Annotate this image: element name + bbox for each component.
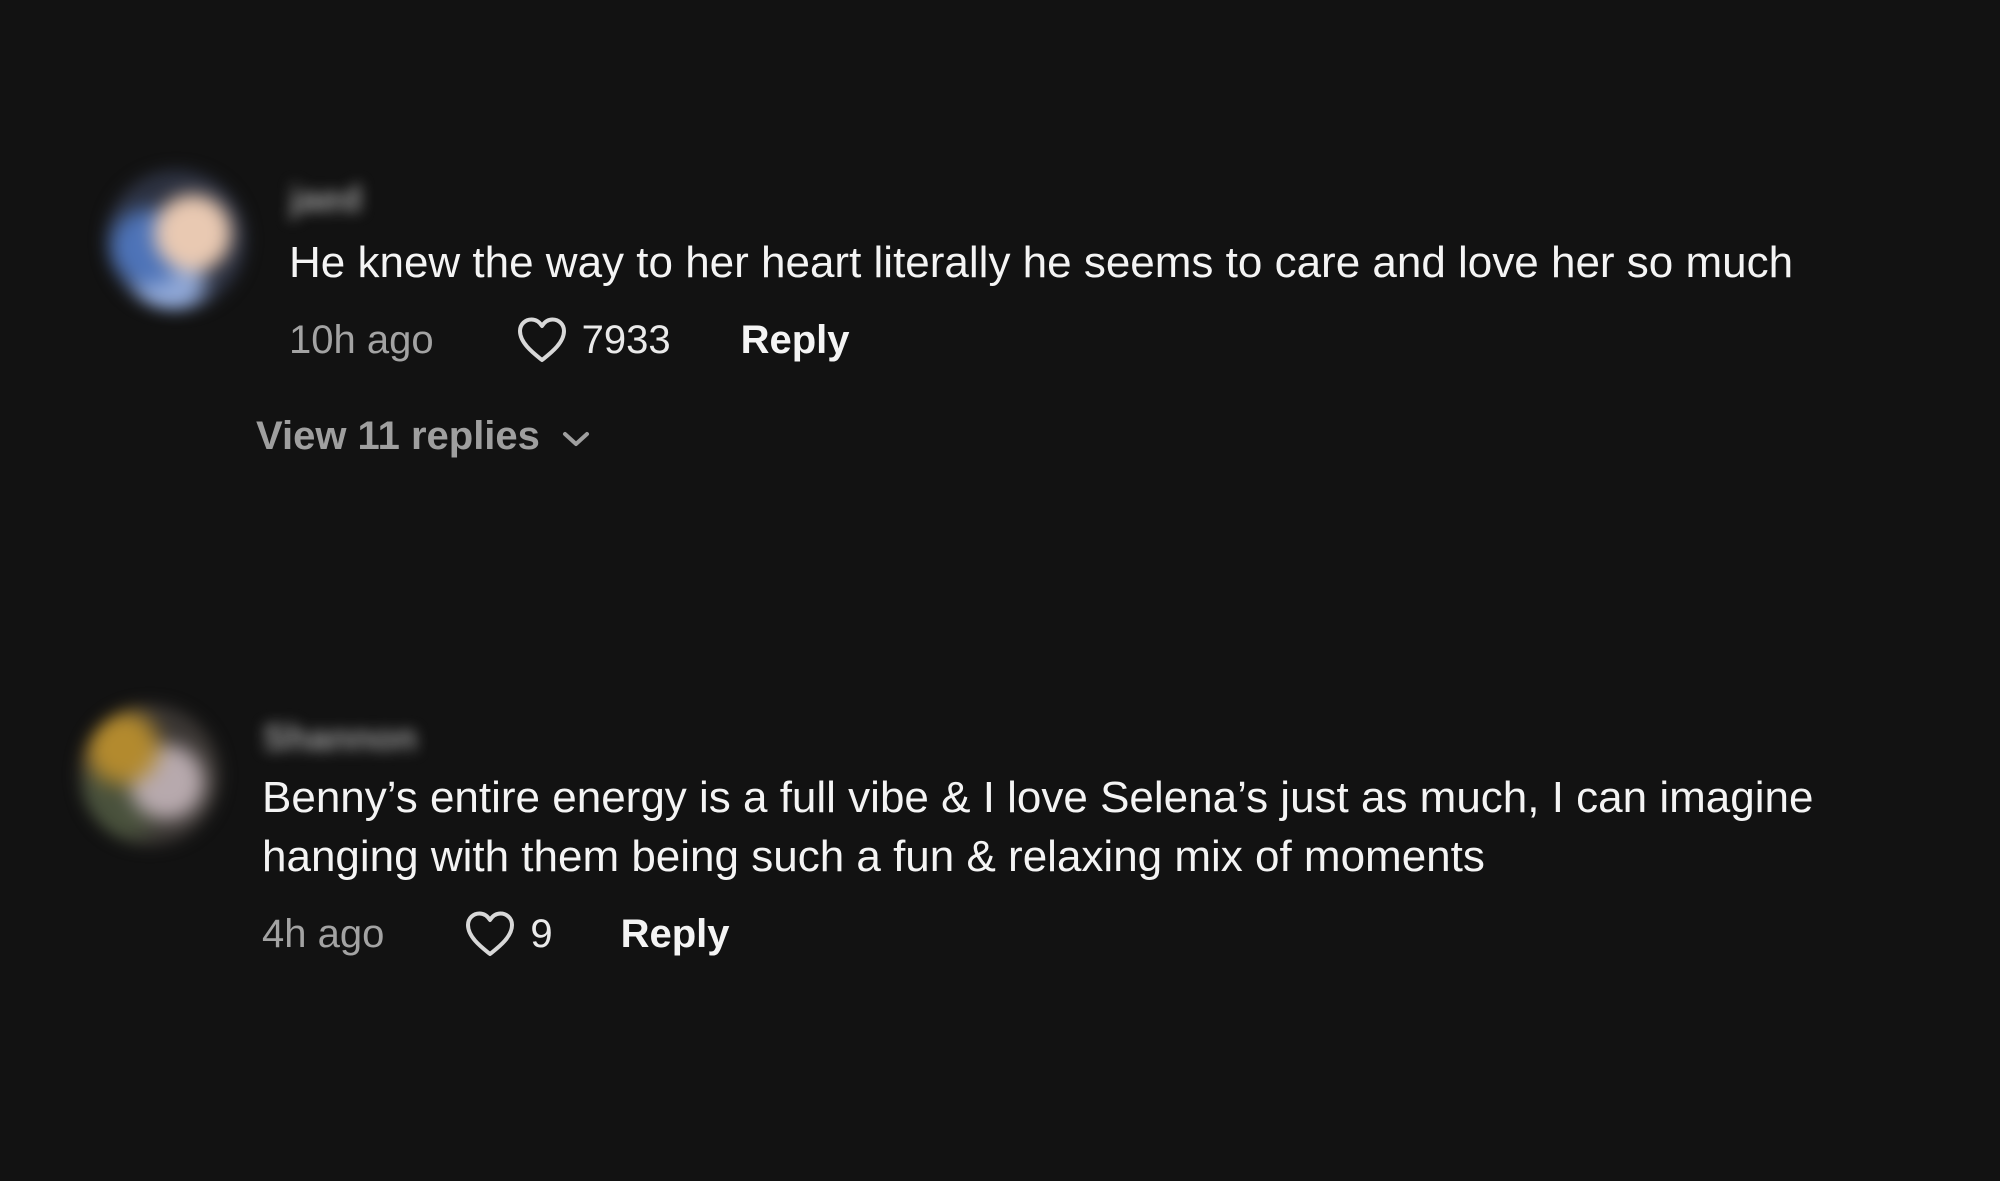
chevron-down-icon bbox=[562, 432, 589, 446]
comment-username[interactable]: Shannon bbox=[263, 717, 417, 759]
comment-meta-row: 4h ago 9 Reply bbox=[262, 904, 730, 964]
comment-timestamp: 4h ago bbox=[262, 911, 385, 956]
heart-icon bbox=[517, 317, 566, 362]
comment-text: He knew the way to her heart literally h… bbox=[289, 238, 1794, 287]
comment-timestamp: 10h ago bbox=[289, 317, 434, 362]
like-count: 9 bbox=[530, 911, 553, 956]
like-button[interactable]: 7933 bbox=[516, 316, 671, 364]
comment-meta-row: 10h ago 7933 Reply bbox=[289, 310, 850, 370]
like-button[interactable]: 9 bbox=[464, 910, 553, 958]
like-count: 7933 bbox=[581, 317, 671, 362]
heart-icon bbox=[466, 911, 515, 956]
comment-text: Benny’s entire energy is a full vibe & I… bbox=[262, 773, 1826, 881]
avatar[interactable] bbox=[106, 170, 246, 310]
reply-button[interactable]: Reply bbox=[621, 912, 730, 957]
view-replies-label: View 11 replies bbox=[256, 413, 540, 458]
comment-username[interactable]: jaed bbox=[290, 178, 362, 220]
reply-button[interactable]: Reply bbox=[741, 318, 850, 363]
avatar[interactable] bbox=[80, 705, 220, 845]
view-replies-button[interactable]: View 11 replies bbox=[256, 406, 592, 466]
